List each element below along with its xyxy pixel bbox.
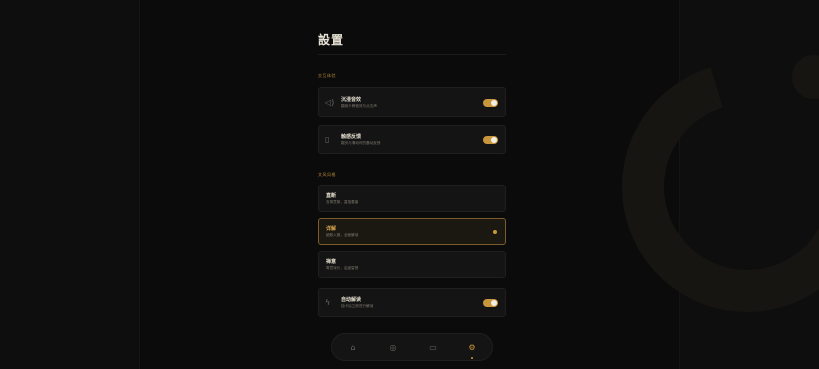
lightning-icon: ϟ [325, 298, 331, 307]
setting-subtitle: 抽卡后立即进行解读 [341, 304, 374, 308]
nav-settings[interactable]: ⚙ [465, 341, 479, 359]
compass-icon: ◎ [389, 343, 397, 352]
bottom-nav: ⌂ ◎ ▭ ⚙ [331, 333, 493, 361]
haptics-toggle[interactable] [483, 136, 498, 144]
setting-title: 触感反馈 [341, 134, 362, 140]
setting-subtitle: 翻页与滑动时的震动反馈 [341, 141, 381, 145]
nav-explore[interactable]: ◎ [386, 341, 400, 355]
gear-icon: ⚙ [468, 343, 476, 352]
nav-home[interactable]: ⌂ [346, 341, 360, 355]
option-subtitle: 言简意赅，直指要害 [326, 200, 359, 204]
active-indicator [471, 357, 473, 359]
setting-title: 自动解读 [341, 297, 362, 303]
sound-toggle[interactable] [483, 99, 498, 107]
option-subtitle: 寓意深长，启迪智慧 [326, 266, 359, 270]
home-icon: ⌂ [350, 343, 356, 352]
option-title: 直断 [326, 193, 337, 199]
settings-panel: 設置 交互体验 ◁) 沉浸音效 翻阅卡牌音效与点击声 ▯ 触感反馈 翻页与滑动时… [318, 0, 506, 369]
section-label-style: 文风风格 [318, 172, 336, 177]
option-title: 禅意 [326, 259, 337, 265]
chat-icon: ▭ [429, 343, 437, 352]
divider [318, 54, 506, 55]
selected-indicator [493, 230, 497, 234]
section-label-interaction: 交互体验 [318, 73, 336, 78]
option-subtitle: 细致入微，全面解读 [326, 233, 359, 237]
left-margin-panel [0, 0, 140, 369]
setting-auto-interpret[interactable]: ϟ 自动解读 抽卡后立即进行解读 [318, 288, 506, 317]
phone-vibrate-icon: ▯ [325, 135, 330, 144]
page-title: 設置 [318, 33, 345, 47]
style-option-direct[interactable]: 直断 言简意赅，直指要害 [318, 185, 506, 212]
style-option-zen[interactable]: 禅意 寓意深长，启迪智慧 [318, 251, 506, 278]
style-option-detailed[interactable]: 详解 细致入微，全面解读 [318, 218, 506, 245]
nav-messages[interactable]: ▭ [426, 341, 440, 355]
option-title: 详解 [326, 226, 337, 232]
speaker-icon: ◁) [325, 98, 335, 107]
setting-sound[interactable]: ◁) 沉浸音效 翻阅卡牌音效与点击声 [318, 87, 506, 117]
setting-subtitle: 翻阅卡牌音效与点击声 [341, 104, 377, 108]
setting-haptics[interactable]: ▯ 触感反馈 翻页与滑动时的震动反馈 [318, 125, 506, 154]
auto-interpret-toggle[interactable] [483, 299, 498, 307]
app-frame: 設置 交互体验 ◁) 沉浸音效 翻阅卡牌音效与点击声 ▯ 触感反馈 翻页与滑动时… [0, 0, 819, 369]
setting-title: 沉浸音效 [341, 97, 362, 103]
